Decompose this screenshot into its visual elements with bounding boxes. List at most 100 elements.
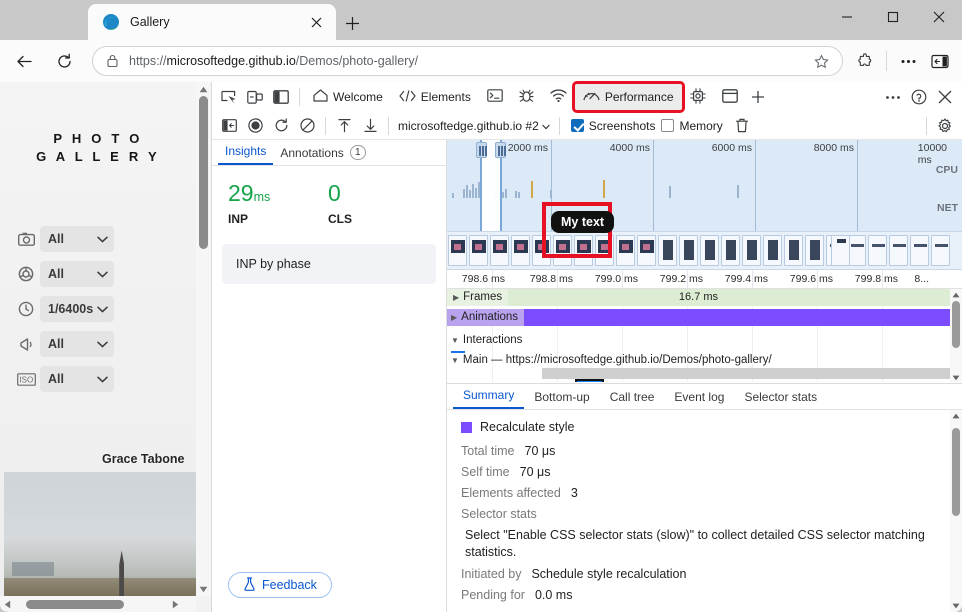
recording-target-selector[interactable]: microsoftedge.github.io #2 bbox=[394, 119, 554, 133]
filmstrip-frame[interactable] bbox=[831, 235, 850, 266]
memory-checkbox-box[interactable] bbox=[661, 119, 675, 132]
filmstrip-frame[interactable] bbox=[784, 235, 803, 266]
dock-panel-icon[interactable] bbox=[268, 85, 294, 109]
flash-filter-select[interactable]: All bbox=[40, 331, 114, 357]
tab-network[interactable] bbox=[542, 84, 575, 110]
scroll-right-arrow-icon[interactable] bbox=[168, 596, 182, 612]
filmstrip-frame[interactable] bbox=[469, 235, 488, 266]
details-vertical-scrollbar[interactable] bbox=[950, 410, 962, 612]
tab-performance[interactable]: Performance bbox=[571, 81, 685, 113]
back-arrow-icon[interactable] bbox=[8, 45, 40, 77]
screenshots-checkbox-box[interactable] bbox=[570, 119, 584, 132]
upload-profile-icon[interactable] bbox=[331, 114, 357, 138]
filmstrip-frame[interactable] bbox=[679, 235, 698, 266]
filmstrip-frame[interactable] bbox=[490, 235, 509, 266]
record-circle-icon[interactable] bbox=[242, 114, 268, 138]
track-animations[interactable]: ▶ Animations bbox=[447, 309, 962, 326]
help-question-icon[interactable] bbox=[906, 85, 932, 109]
insight-card-inp-by-phase[interactable]: INP by phase bbox=[222, 244, 436, 284]
track-main-title[interactable]: ▼ Main — https://microsoftedge.github.io… bbox=[447, 354, 772, 366]
timeline-scroll-thumb[interactable] bbox=[952, 301, 960, 348]
details-scroll-thumb[interactable] bbox=[952, 428, 960, 516]
close-icon[interactable] bbox=[304, 10, 328, 34]
filmstrip-frame[interactable] bbox=[910, 235, 929, 266]
tab-memory[interactable] bbox=[682, 84, 714, 110]
camera-filter-select[interactable]: All bbox=[40, 226, 114, 252]
clear-recording-icon[interactable] bbox=[294, 114, 320, 138]
tab-elements[interactable]: Elements bbox=[391, 84, 479, 110]
tab-call-tree[interactable]: Call tree bbox=[600, 390, 665, 409]
filmstrip-frame[interactable] bbox=[700, 235, 719, 266]
reload-and-record-icon[interactable] bbox=[268, 114, 294, 138]
shutter-filter-select[interactable]: 1/6400s bbox=[40, 296, 114, 322]
close-devtools-icon[interactable] bbox=[932, 85, 958, 109]
tab-application[interactable] bbox=[714, 84, 746, 110]
overview-window-handle-left[interactable] bbox=[476, 142, 487, 158]
extensions-puzzle-icon[interactable] bbox=[849, 45, 881, 77]
screenshot-filmstrip[interactable] bbox=[447, 232, 962, 270]
filmstrip-frame[interactable] bbox=[763, 235, 782, 266]
screenshots-checkbox[interactable]: Screenshots bbox=[570, 119, 655, 133]
tab-summary[interactable]: Summary bbox=[453, 388, 525, 409]
track-interactions[interactable]: ▼ Interactions bbox=[447, 332, 962, 348]
favorite-star-icon[interactable] bbox=[810, 50, 832, 72]
address-bar[interactable]: https://microsoftedge.github.io/Demos/ph… bbox=[92, 46, 843, 76]
scroll-down-arrow-icon[interactable] bbox=[950, 600, 962, 612]
maximize-icon[interactable] bbox=[870, 0, 916, 34]
timeline-overview[interactable]: 2000 ms 4000 ms 6000 ms 8000 ms 10000 ms… bbox=[447, 140, 962, 232]
inspect-element-icon[interactable] bbox=[216, 85, 242, 109]
feedback-button[interactable]: Feedback bbox=[228, 572, 332, 598]
overview-window-handle-right[interactable] bbox=[495, 142, 506, 158]
page-scroll-thumb[interactable] bbox=[199, 96, 208, 249]
device-emulation-icon[interactable] bbox=[242, 85, 268, 109]
tab-annotations[interactable]: Annotations 1 bbox=[273, 145, 372, 165]
ellipsis-more-icon[interactable] bbox=[880, 85, 906, 109]
overview-selection-window[interactable] bbox=[476, 140, 506, 231]
scroll-up-arrow-icon[interactable] bbox=[196, 82, 211, 96]
scroll-down-arrow-icon[interactable] bbox=[196, 582, 211, 596]
page-horizontal-scrollbar[interactable] bbox=[0, 596, 196, 612]
chevron-right-icon[interactable]: ▶ bbox=[453, 289, 459, 306]
ellipsis-more-icon[interactable] bbox=[892, 45, 924, 77]
memory-checkbox[interactable]: Memory bbox=[661, 119, 723, 133]
toggle-sidebar-icon[interactable] bbox=[216, 114, 242, 138]
filmstrip-frame[interactable] bbox=[868, 235, 887, 266]
page-vertical-scrollbar[interactable] bbox=[196, 82, 211, 596]
chevron-right-icon[interactable]: ▶ bbox=[451, 309, 457, 326]
tab-event-log[interactable]: Event log bbox=[664, 390, 734, 409]
delete-trash-icon[interactable] bbox=[729, 114, 755, 138]
tab-sources[interactable] bbox=[511, 84, 542, 110]
tab-bottom-up[interactable]: Bottom-up bbox=[524, 390, 599, 409]
scroll-down-arrow-icon[interactable] bbox=[950, 372, 962, 383]
gallery-photo[interactable] bbox=[4, 472, 196, 612]
aperture-filter-select[interactable]: All bbox=[40, 261, 114, 287]
more-tabs-button[interactable] bbox=[746, 85, 770, 109]
scroll-left-arrow-icon[interactable] bbox=[0, 596, 14, 612]
flame-event-selected[interactable] bbox=[575, 379, 604, 382]
browser-tab-gallery[interactable]: Gallery bbox=[88, 4, 336, 40]
track-animations-title[interactable]: ▶ Animations bbox=[447, 309, 525, 326]
track-frames[interactable]: 16.7 ms ▶ Frames bbox=[447, 289, 962, 306]
filmstrip-frame[interactable] bbox=[616, 235, 635, 266]
new-tab-button[interactable] bbox=[338, 9, 366, 37]
track-main[interactable]: ▼ Main — https://microsoftedge.github.io… bbox=[447, 352, 962, 368]
chevron-down-icon[interactable]: ▼ bbox=[451, 356, 459, 365]
filmstrip-frame[interactable] bbox=[658, 235, 677, 266]
filmstrip-frame[interactable] bbox=[511, 235, 530, 266]
page-hscroll-thumb[interactable] bbox=[26, 600, 124, 609]
reload-icon[interactable] bbox=[48, 45, 80, 77]
chevron-down-icon[interactable]: ▼ bbox=[451, 336, 459, 345]
gear-settings-icon[interactable] bbox=[932, 114, 958, 138]
filmstrip-frame[interactable] bbox=[637, 235, 656, 266]
annotation-tooltip[interactable]: My text bbox=[551, 211, 615, 233]
tab-selector-stats[interactable]: Selector stats bbox=[734, 390, 827, 409]
tab-welcome[interactable]: Welcome bbox=[305, 84, 391, 110]
filmstrip-frame[interactable] bbox=[742, 235, 761, 266]
track-interactions-title[interactable]: ▼ Interactions bbox=[447, 334, 522, 346]
iso-filter-select[interactable]: All bbox=[40, 366, 114, 392]
timeline-vertical-scrollbar[interactable] bbox=[950, 289, 962, 383]
filmstrip-frame[interactable] bbox=[805, 235, 824, 266]
close-icon[interactable] bbox=[916, 0, 962, 34]
tab-insights[interactable]: Insights bbox=[218, 144, 274, 165]
filmstrip-frame[interactable] bbox=[931, 235, 950, 266]
